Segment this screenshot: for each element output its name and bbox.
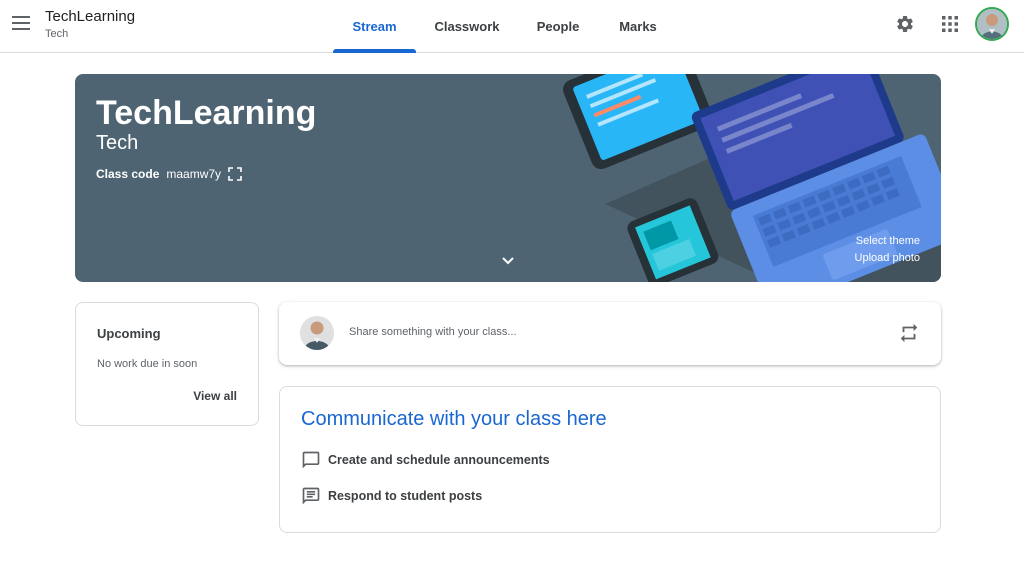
share-post-box[interactable]: Share something with your class... [279,302,941,365]
avatar [300,316,334,350]
upcoming-empty-text: No work due in soon [97,358,198,370]
communicate-card: Communicate with your class here Create … [279,386,941,533]
class-code-label: Class code [96,167,160,181]
class-code-value: maamw7y [166,167,222,181]
communicate-title: Communicate with your class here [301,408,607,430]
class-name-link[interactable]: TechLearning [45,8,135,25]
apps-grid-icon [942,16,958,32]
upload-photo-link[interactable]: Upload photo [855,252,920,264]
upcoming-card: Upcoming No work due in soon View all [75,302,259,426]
tab-marks[interactable]: Marks [598,0,678,53]
class-section-label: Tech [45,28,69,40]
top-app-bar: TechLearning Tech Stream Classwork Peopl… [0,0,1024,53]
share-input-placeholder[interactable]: Share something with your class... [349,326,517,338]
main-menu-button[interactable] [8,10,34,36]
class-settings-button[interactable] [893,12,917,36]
class-code-row: Class code maamw7y [96,167,242,181]
chat-icon [302,487,320,505]
chevron-down-icon[interactable] [498,251,518,271]
google-apps-button[interactable] [938,12,962,36]
tab-classwork[interactable]: Classwork [416,0,518,53]
list-item: Create and schedule announcements [301,450,550,470]
banner-class-section: Tech [96,132,139,154]
gear-icon [897,15,913,32]
account-avatar-button[interactable] [975,7,1009,41]
user-avatar-icon [300,316,334,350]
fullscreen-icon[interactable] [228,167,242,181]
upcoming-title: Upcoming [97,326,161,341]
banner-class-title: TechLearning [96,94,317,132]
user-avatar-icon [977,9,1007,39]
view-all-link[interactable]: View all [193,389,237,403]
communicate-item-label: Create and schedule announcements [328,453,550,467]
select-theme-link[interactable]: Select theme [856,235,920,247]
class-banner: TechLearning Tech Class code maamw7y Sel… [75,74,941,282]
list-item: Respond to student posts [301,486,482,506]
menu-icon [12,16,30,30]
tab-stream[interactable]: Stream [333,0,416,53]
tab-people[interactable]: People [518,0,598,53]
navigation-tabs: Stream Classwork People Marks [333,0,678,53]
communicate-item-label: Respond to student posts [328,489,483,503]
announcement-icon [302,451,320,469]
repost-icon[interactable] [898,322,920,344]
